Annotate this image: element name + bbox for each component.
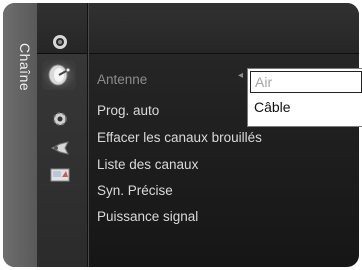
plug-icon [50,141,69,155]
picture-icon-graphic [53,35,67,49]
tv-osd-screen: Chaîne Antenne ◂ Prog. auto Effacer les … [0,0,362,270]
menu-item-puissance-signal[interactable]: Puissance signal [97,209,198,224]
header-bar [37,3,359,54]
channel-icon[interactable] [42,60,76,90]
menu-item-prog-auto[interactable]: Prog. auto [97,103,159,118]
category-label: Chaîne [17,43,33,92]
menu-item-liste-canaux[interactable]: Liste des canaux [97,157,198,172]
antenne-dropdown[interactable]: Air Câble [247,68,362,127]
submenu-arrow-icon: ◂ [238,70,244,81]
dropdown-option-air[interactable]: Air [250,71,362,93]
input-icon[interactable] [49,137,71,159]
application-icon[interactable] [49,164,71,186]
menu-item-syn-precise[interactable]: Syn. Précise [97,183,173,198]
category-strip: Chaîne [3,3,37,267]
satellite-dish-icon [48,64,71,86]
menu-item-antenne[interactable]: Antenne [97,72,147,87]
gear-icon [53,112,67,126]
menu-item-effacer-canaux[interactable]: Effacer les canaux brouillés [97,130,262,145]
setup-gear-icon[interactable] [49,108,71,130]
column-divider [87,3,88,267]
dropdown-option-cable[interactable]: Câble [250,96,362,118]
screen-app-icon [50,168,70,182]
picture-icon[interactable] [49,31,71,53]
